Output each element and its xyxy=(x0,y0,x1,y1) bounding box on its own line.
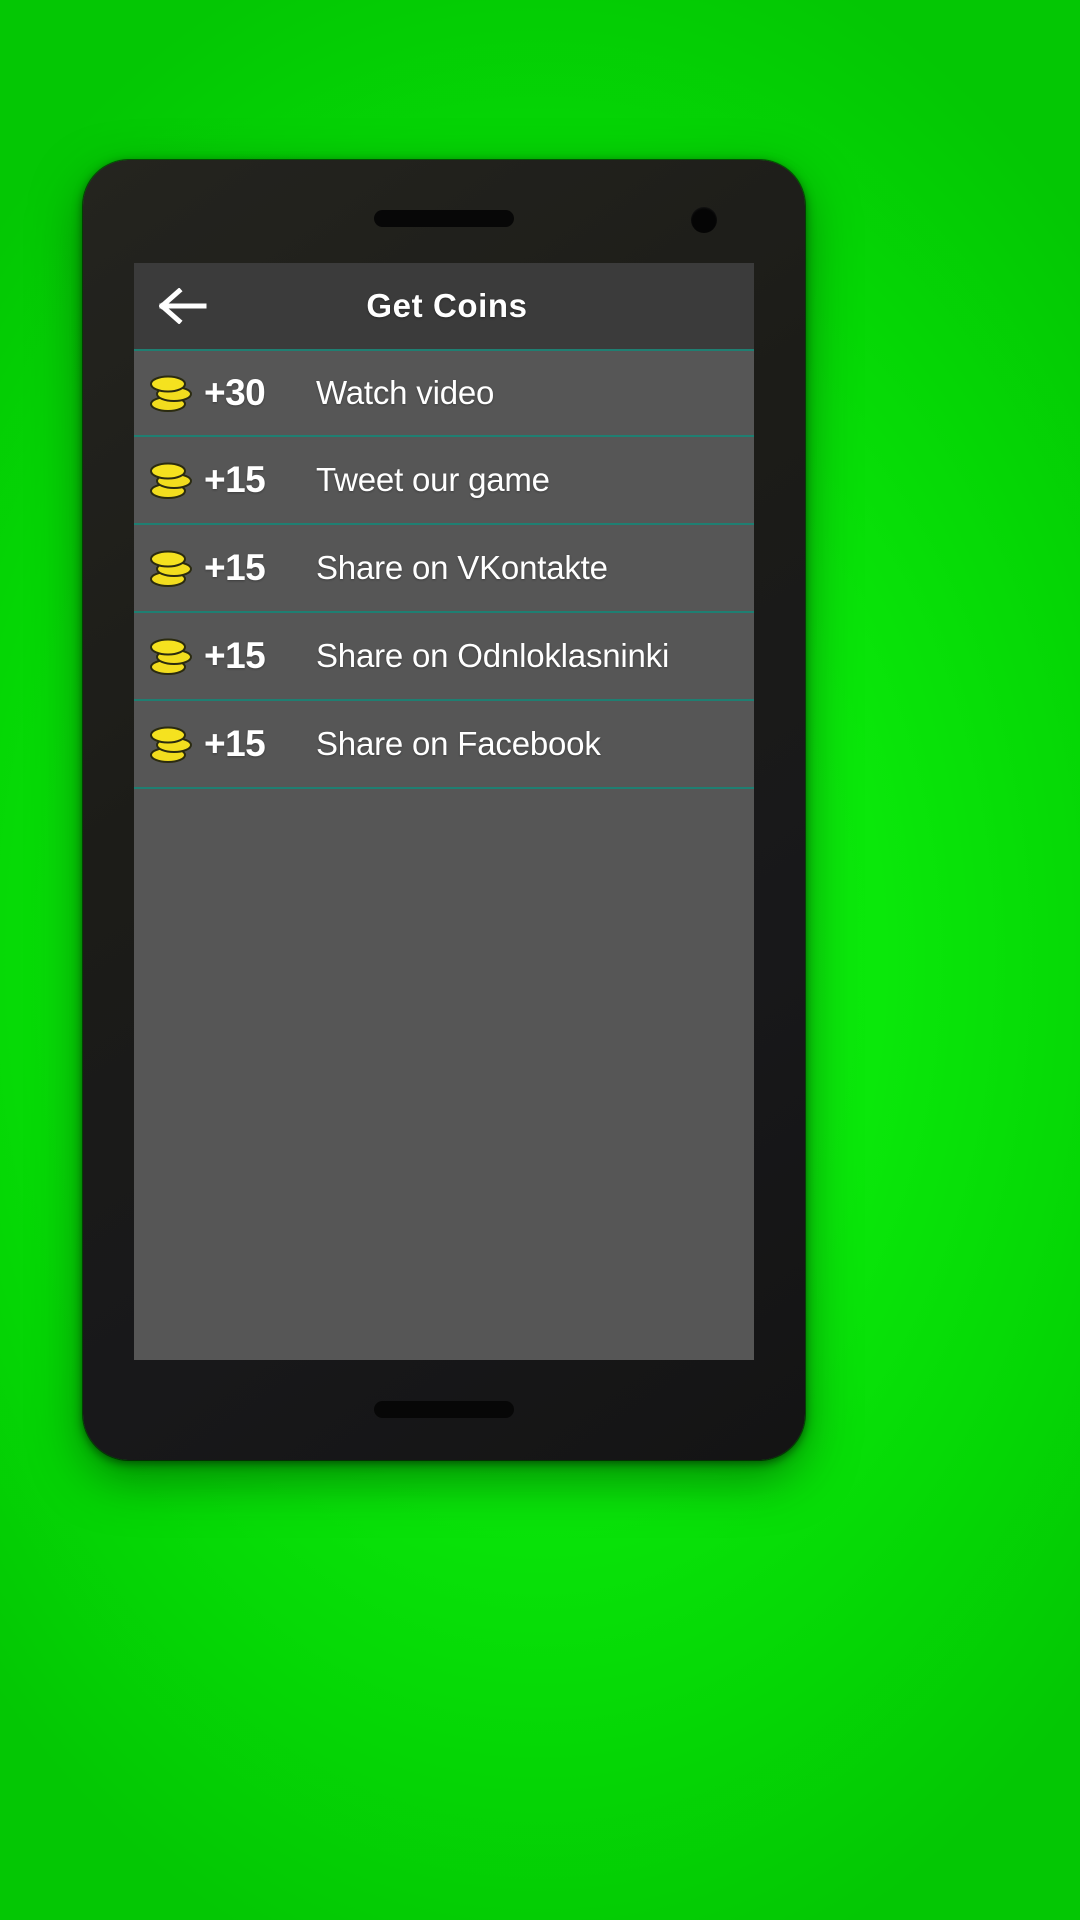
back-button[interactable] xyxy=(152,275,214,337)
reward-amount: +30 xyxy=(204,372,266,413)
empty-list-area xyxy=(134,789,754,1360)
reward-label: Share on Facebook xyxy=(316,725,601,762)
coin-stack-icon xyxy=(146,633,196,679)
list-item[interactable]: +15 Tweet our game xyxy=(134,437,754,525)
list-item[interactable]: +15 Share on Odnloklasninki xyxy=(134,613,754,701)
reward-label: Share on Odnloklasninki xyxy=(316,637,670,674)
arrow-left-icon xyxy=(159,288,207,324)
coin-stack-icon xyxy=(146,370,196,416)
page-title: Get Coins xyxy=(366,287,528,324)
phone-device-frame: Get Coins +30 Watch video +15 Tweet our … xyxy=(83,160,805,1460)
coin-stack-icon xyxy=(146,545,196,591)
phone-screen: Get Coins +30 Watch video +15 Tweet our … xyxy=(134,263,754,1360)
coin-stack-icon xyxy=(146,721,196,767)
reward-amount: +15 xyxy=(204,635,266,676)
reward-label: Tweet our game xyxy=(316,461,550,498)
reward-label: Watch video xyxy=(316,374,495,411)
reward-label: Share on VKontakte xyxy=(316,549,608,586)
list-item[interactable]: +15 Share on VKontakte xyxy=(134,525,754,613)
reward-list: +30 Watch video +15 Tweet our game +15 S… xyxy=(134,349,754,1360)
reward-amount: +15 xyxy=(204,723,266,764)
reward-amount: +15 xyxy=(204,459,266,500)
app-bar: Get Coins xyxy=(134,263,754,349)
bottom-speaker-bar xyxy=(374,1401,514,1418)
reward-amount: +15 xyxy=(204,547,266,588)
list-item[interactable]: +30 Watch video xyxy=(134,349,754,437)
front-camera-icon xyxy=(691,207,717,233)
list-item[interactable]: +15 Share on Facebook xyxy=(134,701,754,789)
earpiece-speaker xyxy=(374,210,514,227)
coin-stack-icon xyxy=(146,457,196,503)
